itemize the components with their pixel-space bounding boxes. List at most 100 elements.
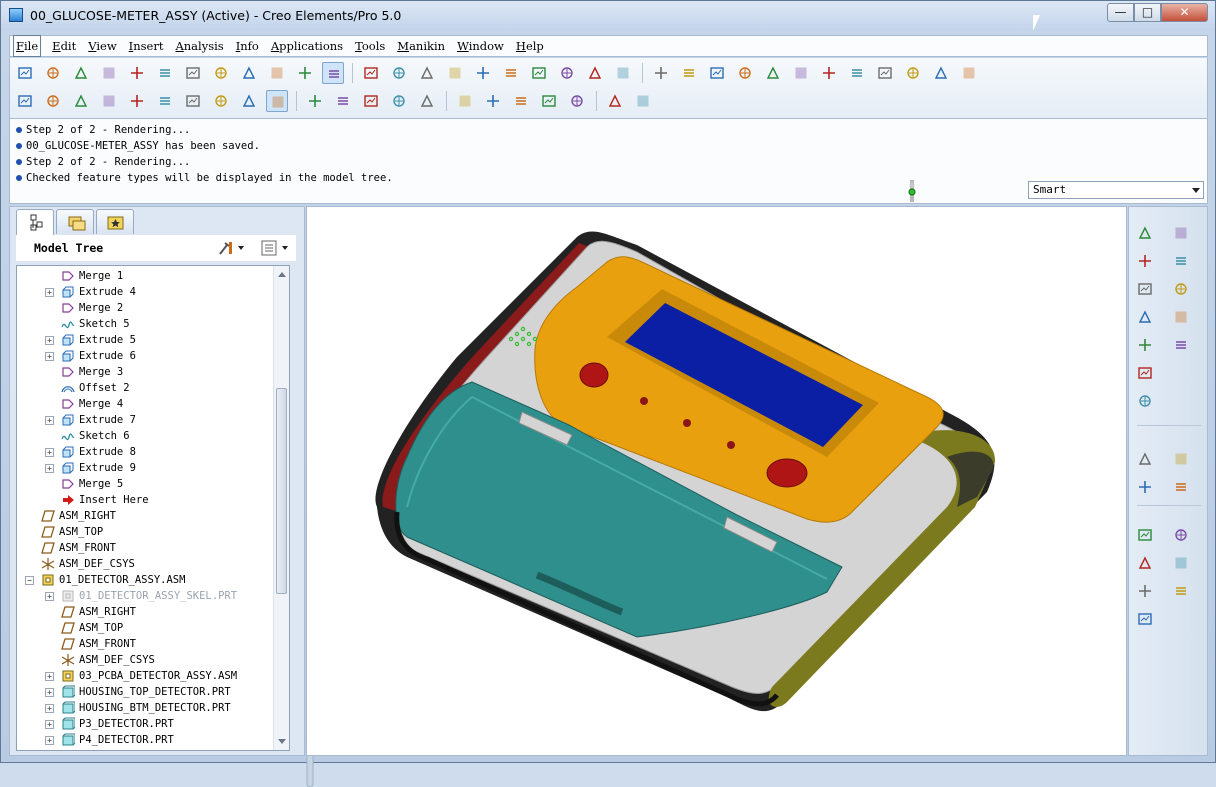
mirror-tool-button[interactable] bbox=[1169, 475, 1193, 499]
expand-toggle[interactable]: + bbox=[45, 720, 54, 729]
sweep-tool-button[interactable] bbox=[1169, 447, 1193, 471]
orient-mode-button[interactable] bbox=[678, 62, 700, 84]
close-window-button[interactable] bbox=[210, 62, 232, 84]
expand-toggle[interactable]: + bbox=[45, 704, 54, 713]
shell-tool-button[interactable] bbox=[1133, 607, 1157, 631]
tree-row[interactable]: Merge 1 bbox=[17, 268, 273, 284]
tree-row[interactable]: + Extrude 8 bbox=[17, 444, 273, 460]
tree-row[interactable]: Sketch 5 bbox=[17, 316, 273, 332]
save-copy-button[interactable] bbox=[266, 62, 288, 84]
package-component-button[interactable] bbox=[1169, 333, 1193, 357]
menu-manikin[interactable]: Manikin bbox=[397, 36, 445, 56]
tree-row[interactable]: Offset 2 bbox=[17, 380, 273, 396]
hole-tool-button[interactable] bbox=[1169, 551, 1193, 575]
trim-tool-button[interactable] bbox=[1169, 523, 1193, 547]
tree-row[interactable]: ASM_FRONT bbox=[17, 540, 273, 556]
tree-row[interactable]: + Extrude 4 bbox=[17, 284, 273, 300]
menu-analysis[interactable]: Analysis bbox=[175, 36, 223, 56]
datum-axis-button[interactable] bbox=[1133, 249, 1157, 273]
tree-row[interactable]: ASM_TOP bbox=[17, 524, 273, 540]
datum-points-display-button[interactable] bbox=[360, 90, 382, 112]
view-front-button[interactable] bbox=[210, 90, 232, 112]
tree-row[interactable]: + P3_DETECTOR.PRT bbox=[17, 716, 273, 732]
tree-row[interactable]: +01_DETECTOR_ASSY_SKEL.PRT bbox=[17, 588, 273, 604]
menu-tools[interactable]: Tools bbox=[355, 36, 385, 56]
paste-special-button[interactable] bbox=[500, 62, 522, 84]
model-view[interactable] bbox=[307, 207, 1126, 755]
assemble-component-button[interactable] bbox=[1169, 305, 1193, 329]
menu-file[interactable]: File bbox=[12, 35, 42, 57]
view-iso-button[interactable] bbox=[182, 90, 204, 112]
minimize-button[interactable]: — bbox=[1107, 3, 1134, 22]
tree-row[interactable]: Sketch 6 bbox=[17, 428, 273, 444]
zoom-out-button[interactable] bbox=[874, 62, 896, 84]
expand-toggle[interactable]: + bbox=[45, 416, 54, 425]
tree-row[interactable]: − 01_DETECTOR_ASSY.ASM bbox=[17, 572, 273, 588]
refit-button[interactable] bbox=[818, 62, 840, 84]
tree-row[interactable]: + HOUSING_BTM_DETECTOR.PRT bbox=[17, 700, 273, 716]
round-tool-button[interactable] bbox=[1133, 579, 1157, 603]
undo-button[interactable] bbox=[360, 62, 382, 84]
chamfer-tool-button[interactable] bbox=[1169, 579, 1193, 603]
tree-vertical-scrollbar[interactable] bbox=[273, 266, 289, 750]
selection-filter-dropdown[interactable]: Smart bbox=[1028, 181, 1204, 199]
expand-toggle[interactable]: + bbox=[45, 464, 54, 473]
expand-toggle[interactable]: + bbox=[45, 672, 54, 681]
view-right-button[interactable] bbox=[238, 90, 260, 112]
hidden-line-button[interactable] bbox=[70, 90, 92, 112]
tree-row[interactable]: + Extrude 7 bbox=[17, 412, 273, 428]
open-recent-button[interactable] bbox=[126, 62, 148, 84]
render-room-button[interactable] bbox=[510, 90, 532, 112]
datum-point-button[interactable] bbox=[1133, 221, 1157, 245]
datum-curve-button[interactable] bbox=[1169, 249, 1193, 273]
expand-toggle[interactable]: + bbox=[45, 336, 54, 345]
menu-info[interactable]: Info bbox=[236, 36, 259, 56]
saved-views-button[interactable] bbox=[930, 62, 952, 84]
menu-help[interactable]: Help bbox=[516, 36, 544, 56]
merge-tool-button[interactable] bbox=[1133, 523, 1157, 547]
wireframe-button[interactable] bbox=[42, 90, 64, 112]
cut-button[interactable] bbox=[416, 62, 438, 84]
zoom-in-button[interactable] bbox=[846, 62, 868, 84]
model-tree[interactable]: Merge 1 + Extrude 4 Merge 2 Sketch 5 + Extrude… bbox=[16, 265, 290, 751]
open-other-button[interactable] bbox=[42, 62, 64, 84]
tree-row[interactable]: +03_PCBA_DETECTOR_ASSY.ASM bbox=[17, 668, 273, 684]
tree-row[interactable]: ASM_RIGHT bbox=[17, 508, 273, 524]
paste-button[interactable] bbox=[472, 62, 494, 84]
scroll-up-arrow-icon[interactable] bbox=[278, 272, 286, 277]
tree-row[interactable]: Merge 4 bbox=[17, 396, 273, 412]
photo-render-button[interactable] bbox=[454, 90, 476, 112]
model-tree-tool-button[interactable] bbox=[604, 90, 626, 112]
selection-box-button[interactable] bbox=[612, 62, 634, 84]
expand-toggle[interactable]: + bbox=[45, 688, 54, 697]
create-component-button[interactable] bbox=[1133, 333, 1157, 357]
blend-tool-button[interactable] bbox=[1133, 475, 1157, 499]
new-file-button[interactable] bbox=[70, 62, 92, 84]
scroll-down-arrow-icon[interactable] bbox=[278, 739, 286, 744]
pan-hand-button[interactable] bbox=[734, 62, 756, 84]
render-lights-button[interactable] bbox=[538, 90, 560, 112]
datum-axes-display-button[interactable] bbox=[332, 90, 354, 112]
print-button[interactable] bbox=[294, 62, 316, 84]
expand-toggle[interactable]: + bbox=[45, 736, 54, 745]
expand-toggle[interactable]: + bbox=[45, 448, 54, 457]
tree-row[interactable]: ASM_TOP bbox=[17, 620, 273, 636]
menu-window[interactable]: Window bbox=[457, 36, 504, 56]
expand-toggle[interactable]: + bbox=[45, 592, 54, 601]
menu-insert[interactable]: Insert bbox=[129, 36, 164, 56]
view-manager-button[interactable] bbox=[790, 62, 812, 84]
tree-row[interactable]: + P4_DETECTOR.PRT bbox=[17, 732, 273, 748]
view-3d-button[interactable] bbox=[266, 90, 288, 112]
menu-view[interactable]: View bbox=[88, 36, 116, 56]
datum-planes-display-button[interactable] bbox=[304, 90, 326, 112]
tree-row[interactable]: ASM_RIGHT bbox=[17, 604, 273, 620]
menu-applications[interactable]: Applications bbox=[271, 36, 343, 56]
tree-row[interactable]: Merge 3 bbox=[17, 364, 273, 380]
pattern-tool-button[interactable] bbox=[1133, 551, 1157, 575]
shading-sphere-button[interactable] bbox=[706, 62, 728, 84]
color-appearance-button[interactable] bbox=[322, 62, 344, 84]
datum-plane-button[interactable] bbox=[1169, 221, 1193, 245]
csys-display-button[interactable] bbox=[388, 90, 410, 112]
tree-row[interactable]: Insert Here bbox=[17, 492, 273, 508]
tree-settings-icon[interactable] bbox=[216, 239, 246, 257]
